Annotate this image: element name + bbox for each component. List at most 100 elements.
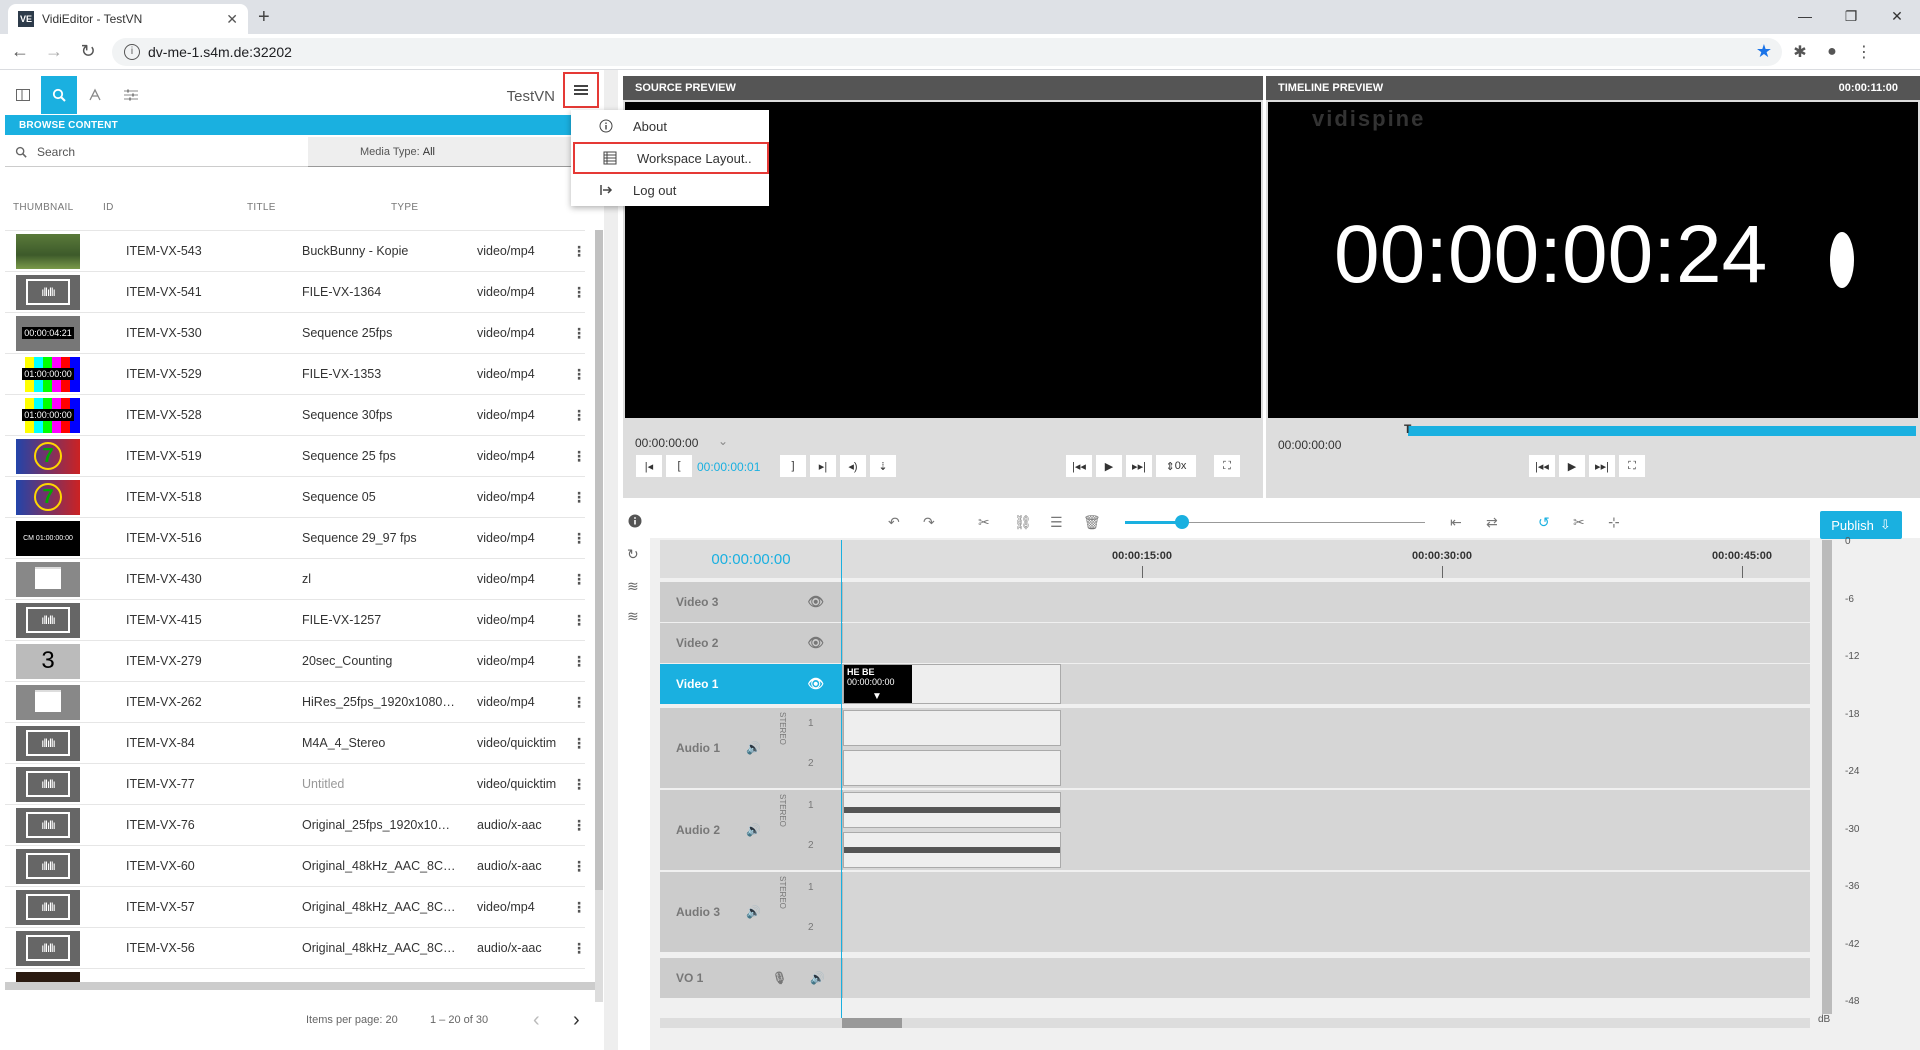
- more-options-icon[interactable]: ⋮: [572, 244, 585, 258]
- timeline-video-screen[interactable]: vidispine 00:00:00:24: [1268, 102, 1918, 418]
- new-tab-icon[interactable]: +: [258, 6, 270, 29]
- item-thumbnail[interactable]: ıllıllı: [16, 274, 80, 310]
- mark-in-icon[interactable]: [: [665, 454, 693, 478]
- more-options-icon[interactable]: ⋮: [572, 941, 585, 955]
- unlink-icon[interactable]: ✂: [1573, 514, 1585, 531]
- item-thumbnail[interactable]: 01:00:00:00: [16, 397, 80, 433]
- item-thumbnail[interactable]: ıllıllı: [16, 766, 80, 802]
- table-row[interactable]: ITEM-VX-262 HiRes_25fps_1920x1080… video/m…: [5, 681, 585, 722]
- timeline-timecode[interactable]: 00:00:00:00: [660, 540, 842, 578]
- item-thumbnail[interactable]: [16, 233, 80, 269]
- table-row[interactable]: 01:00:00:00 ITEM-VX-529 FILE-VX-1353 video/…: [5, 353, 585, 394]
- menu-item-workspace-layout[interactable]: Workspace Layout..: [573, 142, 769, 174]
- more-options-icon[interactable]: ⋮: [572, 900, 585, 914]
- profile-icon[interactable]: ●: [1818, 38, 1846, 66]
- progress-handle[interactable]: T: [1404, 422, 1411, 436]
- swap-icon[interactable]: ⇄: [1486, 514, 1498, 531]
- video-clip[interactable]: HE BE 00:00:00:00 ▼: [843, 664, 1061, 704]
- item-thumbnail[interactable]: ıllıllı: [16, 602, 80, 638]
- item-thumbnail[interactable]: 01:00:00:00: [16, 356, 80, 392]
- item-thumbnail[interactable]: ıllıllı: [16, 930, 80, 966]
- audio-clip[interactable]: [843, 792, 1061, 828]
- table-row[interactable]: ıllıllı ITEM-VX-60 Original_48kHz_AAC_8C… a…: [5, 845, 585, 886]
- item-thumbnail[interactable]: ıllıllı: [16, 807, 80, 843]
- panel-splitter[interactable]: [604, 70, 618, 1050]
- table-row[interactable]: ITEM-VX-543 BuckBunny - Kopie video/mp4 ⋮: [5, 230, 585, 271]
- table-row[interactable]: ıllıllı ITEM-VX-415 FILE-VX-1257 video/mp4 ⋮: [5, 599, 585, 640]
- item-thumbnail[interactable]: ıllıllı: [16, 848, 80, 884]
- table-row[interactable]: CM 01:00:00:00 ITEM-VX-516 Sequence 29_97 …: [5, 517, 585, 558]
- restore-icon[interactable]: ❐: [1828, 0, 1874, 32]
- track-label[interactable]: Audio 1 🔊 STEREO 1 2: [660, 708, 842, 788]
- more-options-icon[interactable]: ⋮: [572, 818, 585, 832]
- go-to-out-icon[interactable]: ▸|: [809, 454, 837, 478]
- insert-to-timeline-icon[interactable]: ⇣: [869, 454, 897, 478]
- track-area[interactable]: [842, 958, 1810, 998]
- step-forward-icon[interactable]: ▸▸|: [1125, 454, 1153, 478]
- close-window-icon[interactable]: ✕: [1874, 0, 1920, 32]
- minimize-icon[interactable]: —: [1782, 0, 1828, 32]
- table-row[interactable]: 01:00:00:00 ITEM-VX-528 Sequence 30fps vide…: [5, 394, 585, 435]
- undo-icon[interactable]: ↶: [888, 514, 900, 531]
- audio-clip[interactable]: [843, 832, 1061, 868]
- more-options-icon[interactable]: ⋮: [572, 859, 585, 873]
- item-thumbnail[interactable]: 3: [16, 643, 80, 679]
- col-type[interactable]: TYPE: [391, 202, 418, 213]
- track-area[interactable]: [842, 872, 1810, 952]
- table-row[interactable]: ITEM-VX-430 zl video/mp4 ⋮: [5, 558, 585, 599]
- tl-step-forward-icon[interactable]: ▸▸|: [1588, 454, 1616, 478]
- table-row[interactable]: 00:00:04:21 ITEM-VX-530 Sequence 25fps vide…: [5, 312, 585, 353]
- speaker-icon[interactable]: 🔊: [746, 741, 761, 755]
- mark-out-icon[interactable]: ]: [779, 454, 807, 478]
- fx-tab-icon[interactable]: [77, 76, 113, 114]
- more-options-icon[interactable]: ⋮: [572, 326, 585, 340]
- fullscreen-icon[interactable]: ⛶: [1213, 454, 1241, 478]
- menu-item-about[interactable]: About: [571, 110, 769, 142]
- track-area[interactable]: [842, 582, 1810, 622]
- table-row[interactable]: 7 ITEM-VX-519 Sequence 25 fps video/mp4 ⋮: [5, 435, 585, 476]
- track-label[interactable]: VO 1 🎙 🔊: [660, 958, 842, 998]
- item-thumbnail[interactable]: ıllıllı: [16, 725, 80, 761]
- go-to-in-icon[interactable]: |◂: [635, 454, 663, 478]
- reload-icon[interactable]: ↻: [74, 38, 102, 66]
- list-vertical-scrollbar[interactable]: [595, 230, 603, 1002]
- eye-icon[interactable]: 👁: [807, 594, 824, 610]
- track-area[interactable]: HE BE 00:00:00:00 ▼: [842, 664, 1810, 704]
- browser-tab[interactable]: VE VidiEditor - TestVN ✕: [8, 4, 248, 34]
- media-type-select[interactable]: Media Type: All: [308, 137, 585, 167]
- volume-icon[interactable]: ◂): [839, 454, 867, 478]
- audio-clip[interactable]: [843, 750, 1061, 786]
- more-options-icon[interactable]: ⋮: [572, 367, 585, 381]
- table-row[interactable]: ITEM-VX-50newAssetFileNamevideo/mp4⋮: [5, 968, 585, 982]
- scrollbar-thumb[interactable]: [595, 230, 603, 890]
- previous-page-icon[interactable]: ‹: [533, 1009, 540, 1032]
- track-area[interactable]: [842, 790, 1810, 870]
- move-left-icon[interactable]: ⇤: [1450, 514, 1462, 531]
- track-area[interactable]: [842, 708, 1810, 788]
- align-icon[interactable]: ☰: [1050, 514, 1063, 531]
- bookmark-star-icon[interactable]: ★: [1756, 41, 1772, 62]
- url-field[interactable]: i dv-me-1.s4m.de:32202 ★: [112, 37, 1782, 66]
- tl-step-back-icon[interactable]: |◂◂: [1528, 454, 1556, 478]
- items-per-page[interactable]: Items per page: 20: [306, 1014, 398, 1026]
- hamburger-menu-button[interactable]: [563, 72, 599, 108]
- split-icon[interactable]: ⊹: [1608, 514, 1620, 531]
- timeline-scroll-thumb[interactable]: [842, 1018, 902, 1028]
- extensions-icon[interactable]: ✱: [1786, 38, 1814, 66]
- timeline-horizontal-scrollbar[interactable]: [660, 1018, 1810, 1028]
- site-info-icon[interactable]: i: [124, 43, 140, 60]
- track-label[interactable]: Audio 2 🔊 STEREO 1 2: [660, 790, 842, 870]
- more-options-icon[interactable]: ⋮: [572, 285, 585, 299]
- menu-item-logout[interactable]: Log out: [571, 174, 769, 206]
- speaker-icon[interactable]: 🔊: [746, 823, 761, 837]
- reset-icon[interactable]: ↻: [627, 546, 639, 563]
- redo-icon[interactable]: ↷: [923, 514, 935, 531]
- track-label[interactable]: Video 2 👁: [660, 623, 842, 663]
- track-area[interactable]: [842, 623, 1810, 663]
- speed-control[interactable]: ⇕ 0x: [1155, 454, 1197, 478]
- microphone-icon[interactable]: 🎙: [772, 971, 787, 985]
- table-row[interactable]: 3 ITEM-VX-279 20sec_Counting video/mp4 ⋮: [5, 640, 585, 681]
- more-options-icon[interactable]: ⋮: [572, 531, 585, 545]
- item-thumbnail[interactable]: ıllıllı: [16, 889, 80, 925]
- settings-sliders-icon[interactable]: [113, 76, 149, 114]
